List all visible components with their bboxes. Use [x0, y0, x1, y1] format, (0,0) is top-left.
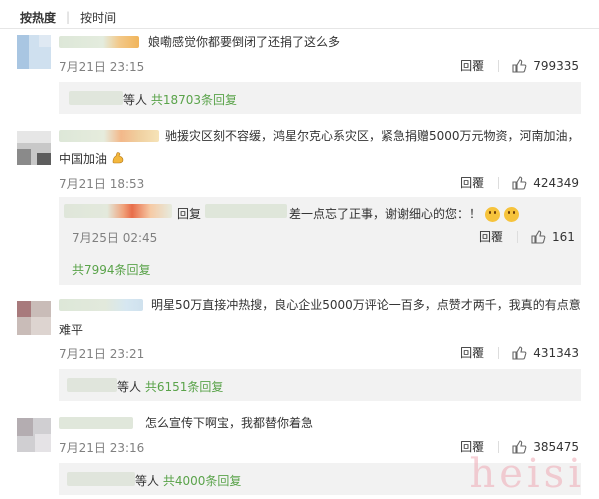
reply-summary-prefix: 等人: [135, 474, 160, 488]
replier-names-blurred: [69, 91, 123, 105]
like-button[interactable]: 799335: [511, 58, 579, 74]
thumbs-up-icon: [512, 345, 527, 360]
view-replies-link[interactable]: 共6151条回复: [145, 380, 224, 394]
thumbs-up-icon: [531, 229, 546, 244]
username-blurred[interactable]: [59, 417, 133, 429]
username-blurred[interactable]: [59, 36, 139, 48]
view-replies-link[interactable]: 共18703条回复: [151, 93, 237, 107]
comment-timestamp: 7月21日 23:21: [59, 347, 145, 361]
sort-tabs: 按热度 | 按时间: [20, 8, 116, 26]
thumbs-up-icon: [512, 58, 527, 73]
reply-button[interactable]: 回覆: [460, 57, 484, 74]
comment-actions: 回覆 424349: [460, 174, 579, 191]
replier-names-blurred: [67, 472, 135, 486]
action-divider: [498, 176, 500, 189]
like-button[interactable]: 431343: [511, 345, 579, 361]
reply-text: 差一点忘了正事，谢谢细心的您：！: [289, 207, 482, 221]
reply-target-blurred: [205, 204, 287, 218]
action-divider: [517, 230, 519, 243]
smile-emoji-icon: [484, 207, 500, 222]
tabs-divider-line: [0, 28, 599, 29]
reply-button[interactable]: 回覆: [479, 228, 503, 245]
reply-summary-prefix: 等人: [117, 380, 142, 394]
avatar[interactable]: [17, 131, 51, 165]
reply-summary-prefix: 等人: [123, 93, 148, 107]
comment-text-line2-wrap: 中国加油: [59, 149, 125, 169]
like-count: 799335: [533, 58, 579, 73]
thumbs-up-icon: [512, 175, 527, 190]
reply-summary: 等人 共18703条回复: [59, 82, 581, 114]
comment-text-line1: 驰援灾区刻不容缓，鸿星尔克心系灾区，紧急捐赠5000万元物资，河南加油，: [165, 129, 580, 143]
reply-actions: 回覆 161: [479, 228, 575, 245]
tab-divider: |: [66, 10, 71, 24]
reply-timestamp: 7月25日 02:45: [72, 231, 158, 245]
comment-text-line2: 中国加油: [59, 152, 108, 166]
action-divider: [498, 346, 500, 359]
comment-actions: 回覆 799335: [460, 57, 579, 74]
tab-hot[interactable]: 按热度: [20, 9, 56, 26]
comment-timestamp: 7月21日 18:53: [59, 177, 145, 191]
flexed-bicep-icon: [111, 151, 125, 165]
reply-summary: 等人 共6151条回复: [59, 369, 581, 401]
reply-button[interactable]: 回覆: [460, 174, 484, 191]
comment-timestamp: 7月21日 23:15: [59, 60, 145, 74]
username-blurred[interactable]: [59, 130, 159, 142]
comment-text: 怎么宣传下啊宝，我都替你着急: [145, 416, 314, 430]
tab-time[interactable]: 按时间: [80, 9, 116, 26]
reply-prefix: 回复: [177, 207, 202, 221]
avatar[interactable]: [17, 35, 51, 69]
avatar[interactable]: [17, 418, 51, 452]
smile-emoji-icon: [503, 207, 519, 222]
like-count: 424349: [533, 175, 579, 190]
view-replies-link[interactable]: 共4000条回复: [163, 474, 242, 488]
replier-names-blurred: [67, 378, 117, 392]
reply-button[interactable]: 回覆: [460, 344, 484, 361]
comment-text: 娘嘞感觉你都要倒闭了还捐了这么多: [148, 35, 341, 49]
view-replies-link[interactable]: 共7994条回复: [72, 263, 151, 277]
comment-text-line1: 明星50万直接冲热搜，良心企业5000万评论一百多，点赞才两千，我真的有点意: [151, 298, 581, 312]
username-blurred[interactable]: [59, 299, 143, 311]
like-button[interactable]: 424349: [511, 175, 579, 191]
action-divider: [498, 59, 500, 72]
avatar[interactable]: [17, 301, 51, 335]
comment-timestamp: 7月21日 23:16: [59, 441, 145, 455]
like-count: 161: [552, 229, 575, 244]
comment-text-line2: 难平: [59, 323, 84, 337]
like-button[interactable]: 161: [530, 229, 575, 245]
watermark: heisi: [469, 451, 585, 497]
replier-name-blurred: [64, 204, 172, 218]
reply-box: 回复 差一点忘了正事，谢谢细心的您：！ 7月25日 02:45 回覆 161 共…: [59, 197, 581, 285]
like-count: 431343: [533, 345, 579, 360]
comment-actions: 回覆 431343: [460, 344, 579, 361]
